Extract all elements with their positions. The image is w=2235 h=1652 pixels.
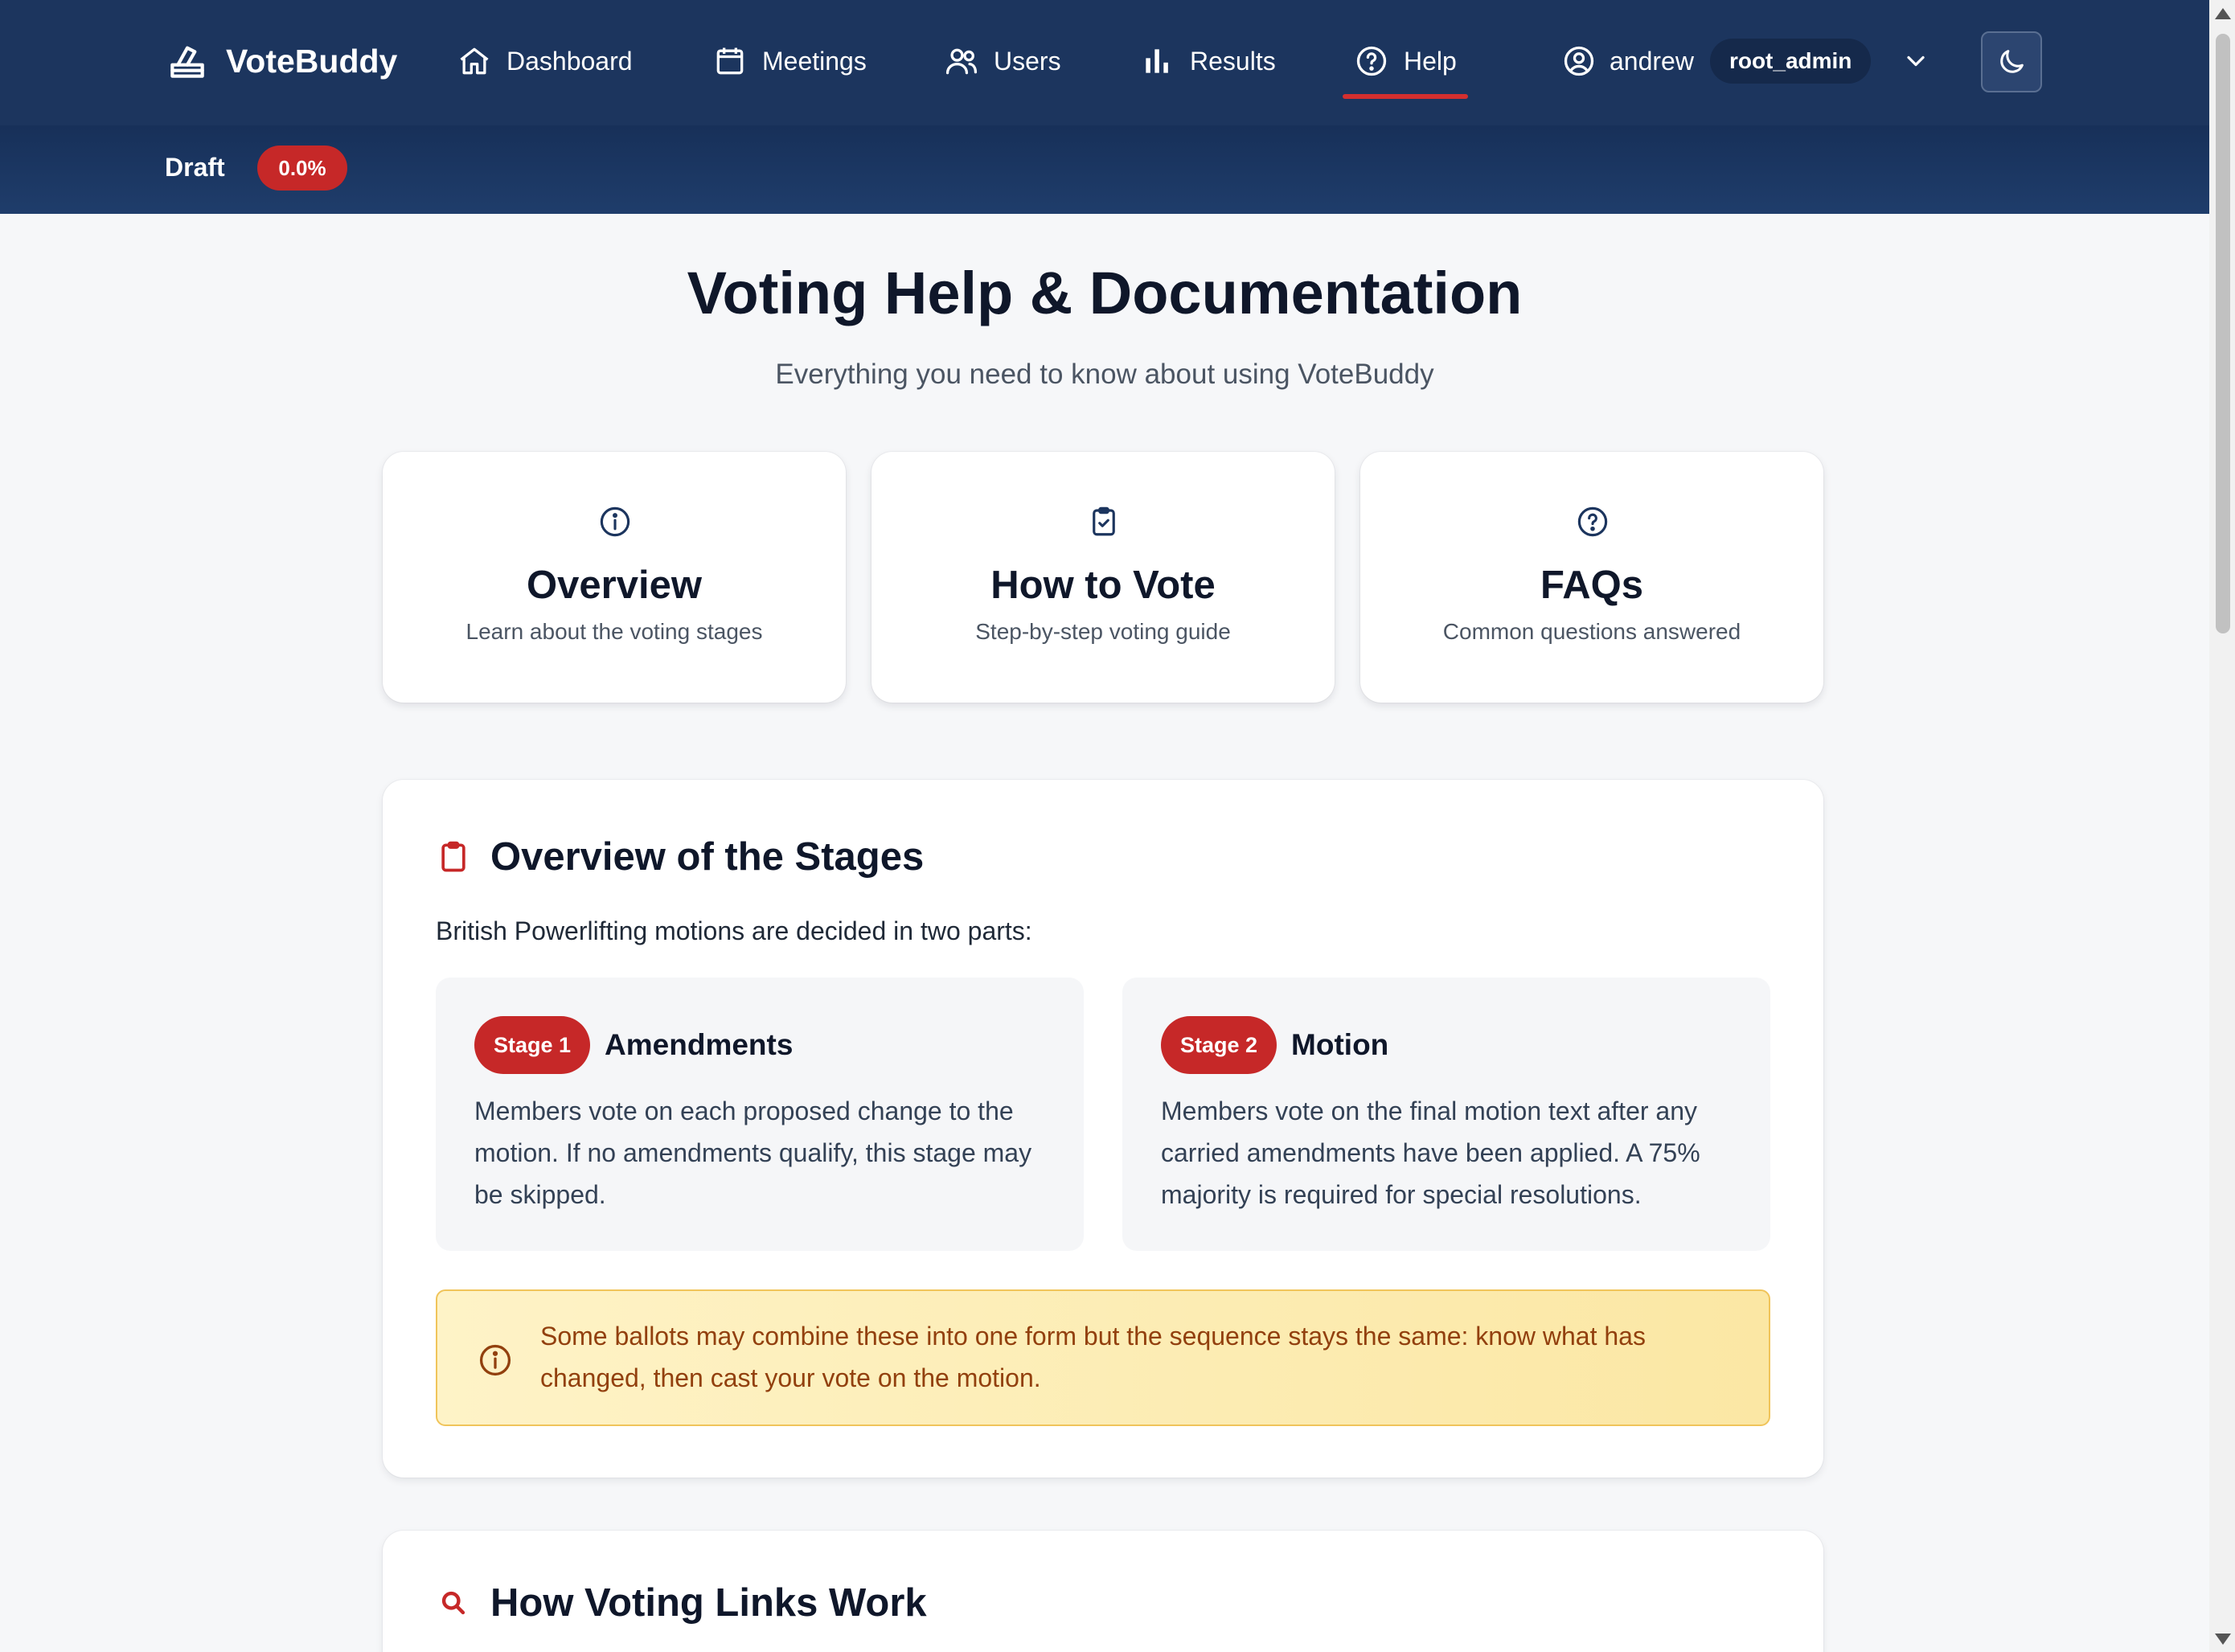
stages-section: Overview of the Stages British Powerlift… [383, 780, 1823, 1478]
top-navbar: VoteBuddy Dashboard Meetings Users Resul… [0, 0, 2209, 125]
progress-badge: 0.0% [257, 146, 347, 191]
clipboard-check-icon [1093, 506, 1115, 536]
stage-card-2: Stage 2 Motion Members vote on the final… [1122, 978, 1770, 1251]
quick-link-how-to-vote[interactable]: How to Vote Step-by-step voting guide [871, 452, 1335, 703]
calendar-icon [716, 47, 744, 75]
quick-link-subtitle: Common questions answered [1442, 619, 1741, 644]
section-header: Overview of the Stages [436, 834, 924, 879]
section-header: How Voting Links Work [436, 1580, 927, 1625]
stage-name: Amendments [605, 1028, 794, 1061]
stage-description: Members vote on each proposed change to … [474, 1097, 1032, 1209]
ballot-box-icon [170, 46, 204, 78]
quick-link-subtitle: Learn about the voting stages [465, 619, 763, 644]
info-note-text: Some ballots may combine these into one … [540, 1322, 1646, 1392]
info-icon [600, 506, 630, 537]
section-title: How Voting Links Work [490, 1581, 927, 1625]
home-icon [460, 47, 489, 75]
page-subtitle: Everything you need to know about using … [775, 359, 1434, 390]
nav-results-label: Results [1190, 46, 1276, 76]
nav-dashboard[interactable]: Dashboard [457, 35, 633, 87]
quick-link-overview[interactable]: Overview Learn about the voting stages [383, 452, 846, 703]
user-role-badge: root_admin [1709, 39, 1872, 84]
chevron-down-icon[interactable] [1901, 47, 1930, 76]
quick-link-title: Overview [527, 564, 702, 607]
question-circle-icon [1577, 506, 1608, 537]
scroll-up-arrow[interactable] [2215, 8, 2231, 19]
quick-link-title: How to Vote [990, 564, 1216, 607]
nav-dashboard-label: Dashboard [506, 46, 633, 76]
nav-users[interactable]: Users [944, 35, 1061, 87]
stage-name: Motion [1291, 1028, 1389, 1061]
nav-help[interactable]: Help [1354, 35, 1457, 87]
stage-badge: Stage 2 [1161, 1016, 1277, 1074]
scroll-thumb[interactable] [2216, 34, 2230, 633]
nav-meetings-label: Meetings [762, 46, 867, 76]
nav-results[interactable]: Results [1140, 35, 1276, 87]
scroll-down-arrow[interactable] [2215, 1634, 2231, 1645]
bar-chart-icon [1146, 49, 1168, 73]
voting-links-section: How Voting Links Work [383, 1531, 1823, 1652]
nav-meetings[interactable]: Meetings [712, 35, 867, 87]
stage-description: Members vote on the final motion text af… [1161, 1097, 1700, 1209]
section-title: Overview of the Stages [490, 835, 925, 879]
stage-card-1: Stage 1 Amendments Members vote on each … [436, 978, 1084, 1251]
nav-help-label: Help [1404, 46, 1457, 76]
user-name: andrew [1610, 46, 1694, 76]
draft-label: Draft [165, 153, 225, 182]
user-circle-icon [1564, 46, 1594, 76]
theme-toggle-button[interactable] [1981, 31, 2042, 92]
stage-badge: Stage 1 [474, 1016, 591, 1074]
users-icon [945, 48, 978, 75]
user-menu[interactable]: andrew root_admin [1561, 35, 1930, 87]
section-intro: British Powerlifting motions are decided… [436, 916, 1032, 945]
page-scrollbar[interactable] [2209, 0, 2235, 1652]
brand-name: VoteBuddy [226, 42, 398, 80]
moon-icon [2000, 50, 2024, 73]
search-icon [441, 1591, 465, 1615]
info-note: Some ballots may combine these into one … [436, 1289, 1770, 1426]
info-icon [479, 1344, 511, 1376]
page-title: Voting Help & Documentation [687, 260, 1523, 326]
clipboard-icon [441, 841, 465, 872]
quick-link-subtitle: Step-by-step voting guide [975, 619, 1231, 644]
active-tab-indicator [1343, 94, 1468, 99]
quick-link-title: FAQs [1540, 564, 1643, 607]
help-circle-icon [1356, 46, 1387, 76]
nav-users-label: Users [994, 46, 1061, 76]
quick-link-faqs[interactable]: FAQs Common questions answered [1360, 452, 1823, 703]
brand-logo[interactable]: VoteBuddy [165, 35, 397, 87]
